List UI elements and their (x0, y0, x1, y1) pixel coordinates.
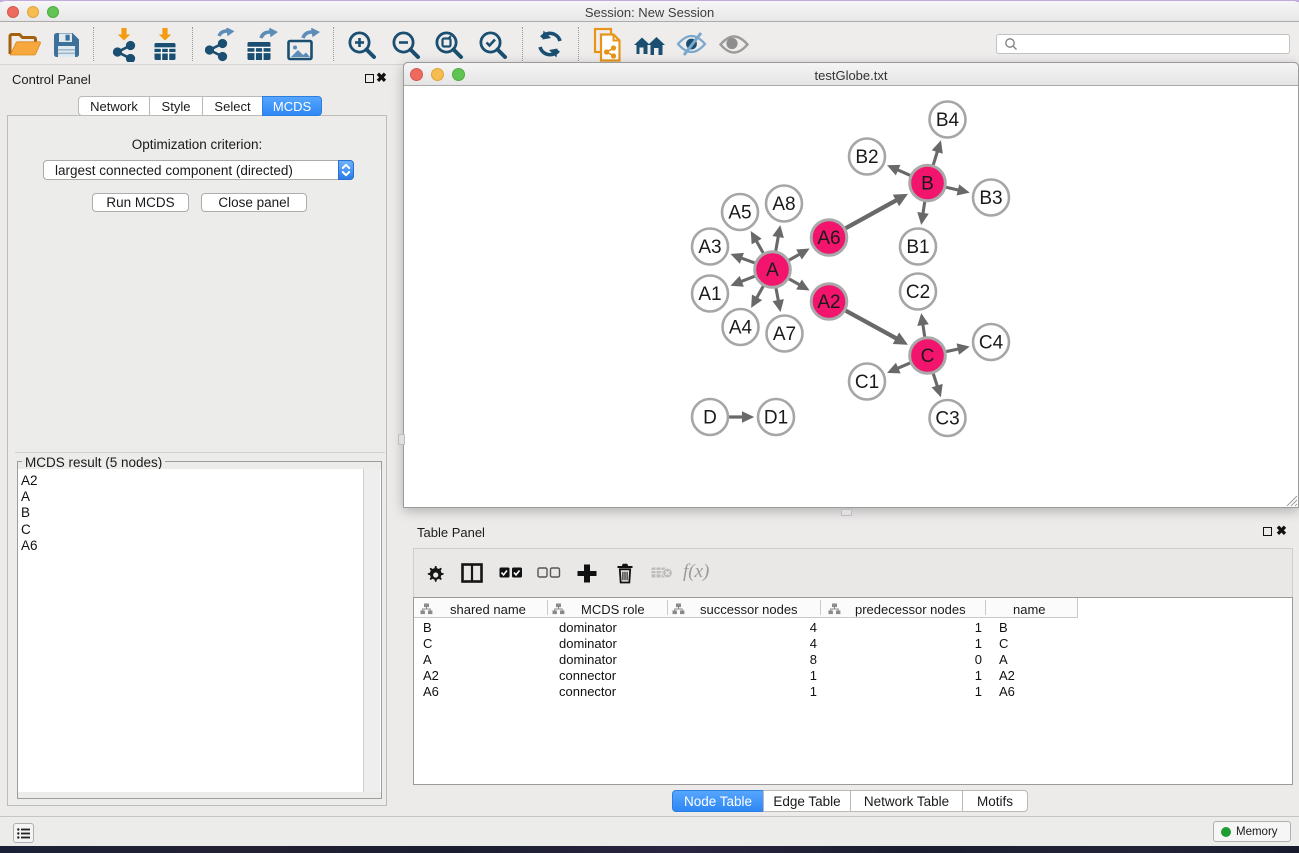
svg-text:C1: C1 (855, 372, 879, 393)
svg-text:C: C (921, 346, 935, 367)
svg-text:D: D (703, 408, 717, 429)
svg-text:A: A (766, 260, 779, 281)
svg-text:A5: A5 (728, 203, 751, 224)
svg-text:C4: C4 (979, 333, 1004, 354)
svg-text:B2: B2 (855, 147, 878, 168)
svg-text:B3: B3 (979, 188, 1002, 209)
svg-text:A6: A6 (817, 228, 840, 249)
svg-text:B1: B1 (906, 237, 929, 258)
svg-text:A2: A2 (817, 292, 840, 313)
svg-text:B4: B4 (936, 110, 960, 131)
svg-text:A3: A3 (698, 237, 721, 258)
svg-text:D1: D1 (764, 408, 788, 429)
svg-text:A1: A1 (698, 284, 721, 305)
svg-text:C2: C2 (906, 282, 930, 303)
svg-text:C3: C3 (935, 409, 959, 430)
svg-text:A8: A8 (772, 194, 795, 215)
svg-text:B: B (921, 174, 934, 195)
svg-text:A4: A4 (729, 318, 753, 339)
svg-text:A7: A7 (773, 324, 796, 345)
